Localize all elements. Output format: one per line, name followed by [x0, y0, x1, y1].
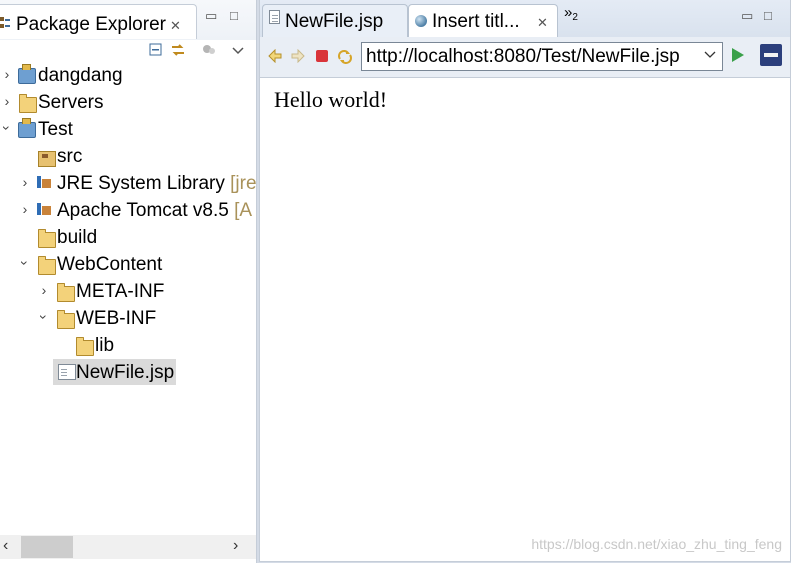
- folder-icon: [19, 94, 37, 113]
- tab-newfile-jsp[interactable]: NewFile.jsp: [262, 4, 408, 37]
- globe-icon: [415, 15, 427, 27]
- package-explorer-header: Package Explorer ✕ ▭ □: [0, 0, 256, 40]
- source-folder-icon: [38, 151, 56, 167]
- go-arrow-icon[interactable]: [732, 48, 744, 62]
- file-icon: [269, 10, 280, 24]
- package-explorer-toolbar: [0, 40, 256, 62]
- forward-arrow-icon[interactable]: [290, 48, 306, 67]
- minimize-icon[interactable]: ▭: [205, 8, 217, 24]
- tab-label: NewFile.jsp: [285, 11, 384, 32]
- tree-item-label: lib: [95, 335, 115, 356]
- package-explorer-icon: [0, 16, 10, 28]
- tree-item-web-inf[interactable]: › WEB-INF: [0, 305, 256, 332]
- tree-item-label: dangdang: [38, 65, 123, 86]
- browser-content: Hello world! https://blog.csdn.net/xiao_…: [260, 78, 790, 558]
- tree-item-label: WebContent: [57, 254, 163, 275]
- library-icon: [37, 203, 53, 217]
- tree-item-src[interactable]: src: [0, 143, 256, 170]
- tree-item-label: build: [57, 227, 98, 248]
- refresh-icon[interactable]: [337, 49, 353, 69]
- tab-label: Insert titl...: [432, 11, 520, 32]
- chevron-right-icon[interactable]: ›: [19, 201, 31, 217]
- link-with-editor-icon[interactable]: [170, 42, 186, 58]
- tree-item-webcontent[interactable]: › WebContent: [0, 251, 256, 278]
- horizontal-scrollbar[interactable]: ‹ ›: [0, 535, 256, 559]
- stop-icon[interactable]: [315, 49, 329, 67]
- editor-area: NewFile.jsp Insert titl... ✕ »2 ▭ □ http…: [259, 0, 791, 562]
- tab-insert-title[interactable]: Insert titl... ✕: [408, 4, 558, 38]
- tree-item-label-group: JRE System Library [jre: [57, 173, 256, 195]
- collapse-all-icon[interactable]: [148, 42, 164, 58]
- tree-item-decoration: [A: [234, 200, 253, 221]
- editor-tab-bar: NewFile.jsp Insert titl... ✕ »2 ▭ □: [260, 0, 790, 38]
- tree-item-decoration: [jre: [230, 173, 256, 194]
- maximize-icon[interactable]: □: [230, 8, 238, 23]
- tree-item-label: NewFile.jsp: [76, 362, 175, 383]
- tree-item-lib[interactable]: lib: [0, 332, 256, 359]
- maximize-icon[interactable]: □: [764, 8, 772, 23]
- library-icon: [37, 176, 53, 190]
- tree-item-apache-tomcat[interactable]: › Apache Tomcat v8.5 [A: [0, 197, 256, 224]
- url-text: http://localhost:8080/Test/NewFile.jsp: [366, 46, 680, 67]
- scroll-left-icon[interactable]: ‹: [3, 537, 8, 555]
- project-icon: [18, 64, 36, 84]
- minimize-icon[interactable]: ▭: [741, 8, 753, 24]
- tree-item-label: META-INF: [76, 281, 165, 302]
- eclipse-browser-icon[interactable]: [760, 44, 782, 66]
- close-icon[interactable]: ✕: [537, 15, 548, 31]
- tree-item-test[interactable]: › Test: [0, 116, 256, 143]
- focus-icon[interactable]: [201, 42, 217, 58]
- tree-item-servers[interactable]: › Servers: [0, 89, 256, 116]
- page-text: Hello world!: [274, 87, 388, 112]
- chevron-right-icon[interactable]: ›: [38, 282, 50, 298]
- tree-item-build[interactable]: build: [0, 224, 256, 251]
- package-explorer-title: Package Explorer: [16, 14, 166, 35]
- chevron-down-icon[interactable]: ›: [36, 311, 52, 323]
- tree-item-label: src: [57, 146, 83, 167]
- chevron-right-icon[interactable]: ›: [19, 174, 31, 190]
- tree-item-label: Servers: [38, 92, 104, 113]
- url-input[interactable]: http://localhost:8080/Test/NewFile.jsp: [361, 42, 723, 71]
- scroll-right-icon[interactable]: ›: [233, 537, 238, 555]
- chevron-right-icon[interactable]: ›: [1, 66, 13, 82]
- watermark: https://blog.csdn.net/xiao_zhu_ting_feng: [531, 536, 782, 552]
- overflow-count: 2: [572, 12, 578, 23]
- project-icon: [18, 118, 36, 138]
- close-icon[interactable]: ✕: [170, 18, 181, 34]
- project-tree: › dangdang › Servers › Test src › JRE Sy…: [0, 62, 256, 532]
- scrollbar-thumb[interactable]: [21, 536, 73, 558]
- chevron-down-icon[interactable]: ›: [17, 257, 33, 269]
- tree-item-newfile-jsp[interactable]: NewFile.jsp: [0, 359, 256, 386]
- package-explorer-tab[interactable]: Package Explorer ✕: [0, 4, 197, 39]
- file-icon: [58, 364, 76, 380]
- tree-item-label: JRE System Library: [57, 173, 225, 194]
- package-explorer-view: Package Explorer ✕ ▭ □ › dangdang › Serv…: [0, 0, 257, 563]
- browser-toolbar: http://localhost:8080/Test/NewFile.jsp: [260, 37, 790, 78]
- chevron-down-icon[interactable]: [704, 47, 716, 63]
- folder-icon: [57, 310, 75, 329]
- chevron-down-icon[interactable]: ›: [0, 122, 15, 134]
- folder-icon: [38, 256, 56, 275]
- view-menu-chevron-down-icon[interactable]: [230, 42, 246, 58]
- folder-icon: [38, 229, 56, 248]
- tree-item-meta-inf[interactable]: › META-INF: [0, 278, 256, 305]
- folder-icon: [76, 337, 94, 356]
- folder-icon: [57, 283, 75, 302]
- tree-item-label: WEB-INF: [76, 308, 157, 329]
- tree-item-jre-system-library[interactable]: › JRE System Library [jre: [0, 170, 256, 197]
- tree-item-dangdang[interactable]: › dangdang: [0, 62, 256, 89]
- tree-item-label: Test: [38, 119, 73, 140]
- chevron-right-icon[interactable]: ›: [1, 93, 13, 109]
- tab-overflow-button[interactable]: »2: [564, 4, 578, 23]
- tree-item-label: Apache Tomcat v8.5: [57, 200, 229, 221]
- back-arrow-icon[interactable]: [267, 48, 283, 67]
- tree-item-label-group: Apache Tomcat v8.5 [A: [57, 200, 252, 222]
